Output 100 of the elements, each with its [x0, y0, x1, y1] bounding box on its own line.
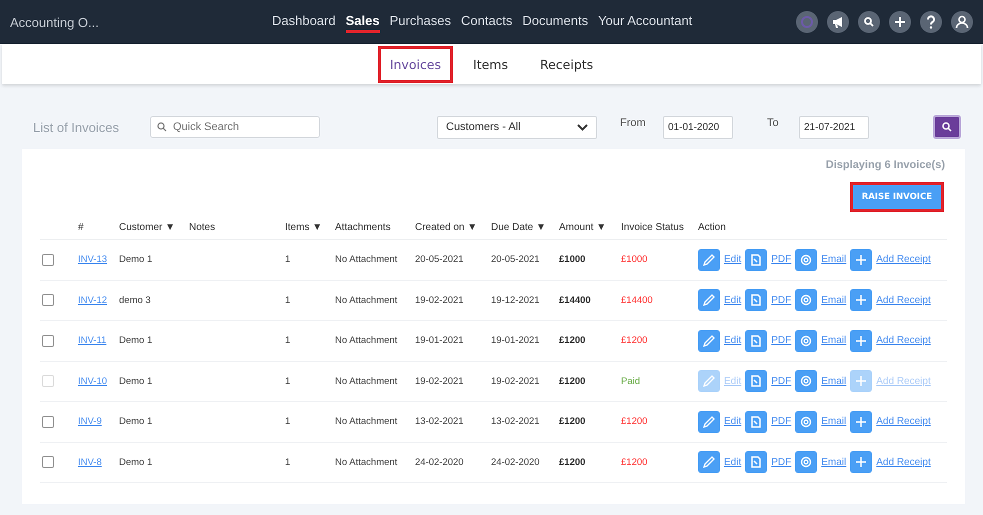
nav-link[interactable]: Dashboard	[272, 11, 336, 33]
pencil-icon	[698, 370, 720, 392]
pencil-icon	[698, 289, 720, 312]
pdf-link[interactable]: PDF	[745, 330, 792, 352]
user-icon[interactable]	[951, 11, 973, 33]
search-icon	[157, 122, 167, 132]
row-checkbox[interactable]	[42, 254, 54, 266]
to-label: To	[767, 117, 780, 129]
table-cell-text: Demo 1	[119, 376, 154, 387]
invoice-link[interactable]: INV-9	[78, 416, 119, 428]
subnav-tab[interactable]: Receipts	[530, 48, 602, 80]
subnav-tab[interactable]: Invoices	[380, 48, 450, 80]
raise-invoice-button[interactable]: RAISE INVOICE	[852, 185, 941, 209]
table-cell-text: £1200	[559, 335, 586, 346]
search-field[interactable]: Quick Search	[150, 116, 320, 138]
invoice-link[interactable]: INV-11	[78, 335, 119, 346]
help-icon[interactable]	[920, 11, 942, 33]
subnav-tab[interactable]: Items	[464, 48, 517, 80]
row-checkbox[interactable]	[42, 416, 54, 428]
column-header[interactable]: Due Date ▼	[491, 222, 546, 232]
plus-icon	[850, 410, 872, 433]
row-checkbox[interactable]	[42, 456, 54, 468]
status-text: Paid	[621, 376, 642, 387]
pdf-link[interactable]: PDF	[745, 451, 792, 474]
table-cell-text: 13-02-2021	[491, 416, 541, 428]
nav-link[interactable]: Your Accountant	[598, 11, 692, 33]
status-text: £14400	[621, 294, 654, 306]
nav-link[interactable]: Sales	[346, 11, 380, 33]
edit-link[interactable]: Edit	[698, 330, 742, 352]
column-header: Attachments	[335, 222, 391, 232]
document-icon	[745, 370, 768, 392]
pdf-link[interactable]: PDF	[745, 410, 792, 433]
status-text: £1200	[621, 456, 648, 468]
plus-icon	[850, 451, 872, 474]
results-count: Displaying 6 Invoice(s)	[826, 159, 945, 171]
search-icon	[942, 122, 952, 132]
table-cell-text: Demo 1	[119, 456, 154, 468]
table-cell-text: 24-02-2020	[491, 456, 541, 468]
row-checkbox[interactable]	[42, 294, 54, 306]
invoice-link[interactable]: INV-8	[78, 456, 119, 468]
receipt-link[interactable]: Add Receipt	[850, 248, 931, 271]
table-cell-text: 1	[285, 294, 292, 306]
pdf-link[interactable]: PDF	[745, 248, 792, 271]
table-cell-text: No Attachment	[335, 335, 398, 346]
nav-link[interactable]: Documents	[522, 11, 588, 33]
page-title: List of Invoices	[33, 120, 120, 134]
nav-link[interactable]: Contacts	[461, 11, 512, 33]
to-date-field[interactable]: 21-07-2021	[799, 116, 869, 138]
search-icon[interactable]	[858, 11, 880, 33]
table-cell-text: 20-05-2021	[491, 254, 541, 266]
email-link[interactable]: Email	[795, 451, 846, 474]
column-header[interactable]: Created on ▼	[415, 222, 478, 232]
table-cell-text: 19-01-2021	[491, 335, 541, 346]
edit-link[interactable]: Edit	[698, 410, 742, 433]
column-header[interactable]: Customer ▼	[119, 222, 176, 232]
nav-link[interactable]: Purchases	[390, 11, 452, 33]
column-header[interactable]: Items ▼	[285, 222, 322, 232]
table-cell-text: 19-02-2021	[415, 294, 465, 306]
email-link[interactable]: Email	[795, 410, 846, 433]
customer-dropdown[interactable]: Customers - All	[437, 116, 597, 138]
pdf-link[interactable]: PDF	[745, 289, 792, 312]
megaphone-icon[interactable]	[827, 11, 849, 33]
table-cell-text: No Attachment	[335, 376, 398, 387]
from-label: From	[620, 117, 647, 129]
pencil-icon	[698, 330, 720, 352]
add-icon[interactable]	[889, 11, 911, 33]
edit-link[interactable]: Edit	[698, 451, 742, 474]
invoice-link[interactable]: INV-13	[78, 254, 119, 266]
table-cell-text: No Attachment	[335, 416, 398, 428]
email-link[interactable]: Email	[795, 289, 846, 312]
table-cell-text: 24-02-2020	[415, 456, 465, 468]
email-link[interactable]: Email	[795, 248, 846, 271]
avatar-icon[interactable]	[796, 11, 818, 33]
table-cell-text: Demo 1	[119, 416, 154, 428]
table-cell-text: 1	[285, 254, 292, 266]
document-icon	[745, 289, 768, 312]
email-link[interactable]: Email	[795, 330, 846, 352]
chevron-icon	[577, 124, 588, 130]
from-date-field[interactable]: 01-01-2020	[663, 116, 733, 138]
receipt-link[interactable]: Add Receipt	[850, 410, 931, 433]
receipt-link[interactable]: Add Receipt	[850, 330, 931, 352]
receipt-link[interactable]: Add Receipt	[850, 289, 931, 312]
table-cell-text: No Attachment	[335, 456, 398, 468]
table-cell-text: Demo 1	[119, 335, 154, 346]
search-button[interactable]	[933, 115, 961, 139]
table-cell-text: 19-12-2021	[491, 294, 541, 306]
table-cell-text: £1200	[559, 376, 586, 387]
edit-link[interactable]: Edit	[698, 248, 742, 271]
invoice-link[interactable]: INV-12	[78, 294, 119, 306]
table-cell-text: Demo 1	[119, 254, 154, 266]
column-header[interactable]: Amount ▼	[559, 222, 606, 232]
table-cell-text: £1200	[559, 456, 586, 468]
status-text: £1000	[621, 254, 648, 266]
status-text: £1200	[621, 416, 648, 428]
app-title: Accounting O...	[10, 14, 100, 30]
receipt-link[interactable]: Add Receipt	[850, 451, 931, 474]
row-checkbox[interactable]	[42, 334, 54, 347]
table-cell-text: 1	[285, 456, 292, 468]
table-cell-text: demo 3	[119, 294, 152, 306]
edit-link[interactable]: Edit	[698, 289, 742, 312]
